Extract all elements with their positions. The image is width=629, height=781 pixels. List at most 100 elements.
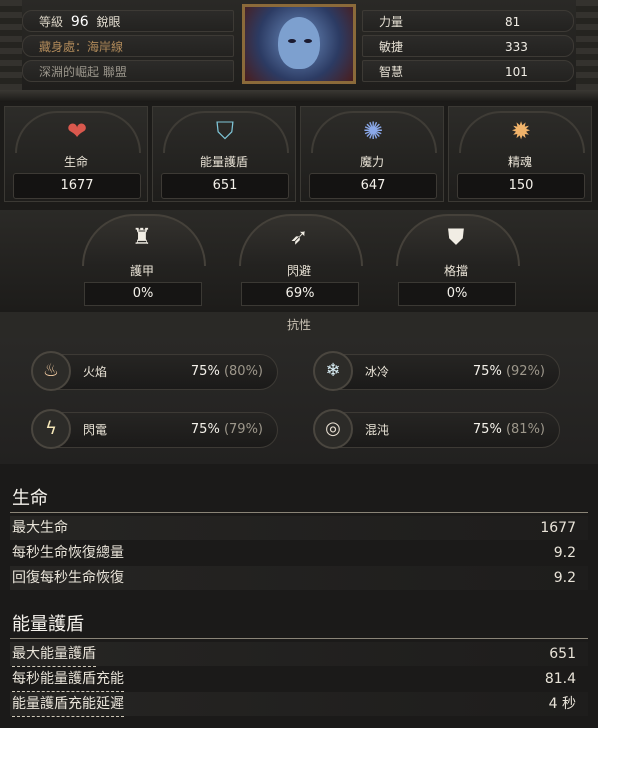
character-panel: 等級 96 銳眼 藏身處：海岸線 深淵的崛起 聯盟 力量 81 敏捷 333 智… bbox=[0, 0, 598, 728]
vital-mana[interactable]: ✺ 魔力 647 bbox=[300, 106, 444, 202]
defence-label: 閃避 bbox=[286, 264, 311, 278]
stat-value: 651 bbox=[549, 646, 576, 662]
resist-lightning[interactable]: ϟ 閃電 75% (79%) bbox=[31, 409, 278, 449]
defence-value: 69% bbox=[241, 282, 359, 306]
resist-value: 75% bbox=[190, 364, 220, 379]
resist-area: ♨ 火焰 75% (80%) ❄ 冰冷 75% (92%) ϟ 閃電 75% (… bbox=[0, 338, 598, 464]
attribute-name: 力量 bbox=[379, 15, 404, 29]
section-divider bbox=[10, 512, 588, 513]
resist-value-group: 75% (79%) bbox=[191, 413, 263, 447]
defence-evasion[interactable]: ➶ 閃避 69% bbox=[233, 212, 365, 308]
stat-value: 1677 bbox=[540, 520, 576, 536]
attribute-value: 81 bbox=[505, 15, 521, 29]
defence-label: 格擋 bbox=[443, 264, 468, 278]
league-text: 深淵的崛起 聯盟 bbox=[39, 65, 127, 79]
level-class-row: 等級 96 銳眼 bbox=[22, 10, 234, 32]
resist-title: 抗性 bbox=[0, 312, 598, 338]
resist-max: (79%) bbox=[223, 422, 263, 437]
section-title: 能量護盾 bbox=[12, 614, 84, 635]
stat-label: 能量護盾充能延遲 bbox=[12, 692, 124, 717]
resist-chaos[interactable]: ◎ 混沌 75% (81%) bbox=[313, 409, 560, 449]
vital-value: 1677 bbox=[13, 173, 141, 199]
mana-icon: ✺ bbox=[362, 117, 384, 145]
stat-row[interactable]: 能量護盾充能延遲 4 秒 bbox=[10, 692, 588, 717]
stat-label: 每秒生命恢復總量 bbox=[12, 545, 124, 561]
resist-value: 75% bbox=[472, 364, 502, 379]
stats-list: 生命 最大生命 1677 每秒生命恢復總量 9.2 回復每秒生命恢復 9.2 能… bbox=[0, 464, 598, 728]
resist-fire[interactable]: ♨ 火焰 75% (80%) bbox=[31, 351, 278, 391]
portrait-eye bbox=[288, 39, 296, 43]
fire-icon: ♨ bbox=[31, 351, 71, 391]
resist-name: 混沌 bbox=[365, 423, 390, 437]
stat-value: 81.4 bbox=[544, 671, 576, 687]
attribute-row: 敏捷 333 bbox=[362, 35, 574, 57]
stat-row[interactable]: 最大能量護盾 651 bbox=[10, 642, 588, 667]
vital-value: 150 bbox=[457, 173, 585, 199]
attribute-name: 智慧 bbox=[379, 65, 404, 79]
spirit-icon: ✹ bbox=[510, 117, 532, 145]
resist-value-group: 75% (92%) bbox=[473, 355, 545, 389]
portrait-face bbox=[278, 17, 320, 69]
cold-icon: ❄ bbox=[313, 351, 353, 391]
left-ornament bbox=[0, 0, 22, 90]
vital-value: 647 bbox=[309, 173, 437, 199]
defence-value: 0% bbox=[398, 282, 516, 306]
vital-label: 生命 bbox=[63, 155, 88, 169]
resist-cold[interactable]: ❄ 冰冷 75% (92%) bbox=[313, 351, 560, 391]
vital-life[interactable]: ❤ 生命 1677 bbox=[4, 106, 148, 202]
armour-icon: ♜ bbox=[132, 225, 152, 250]
stat-value: 4 秒 bbox=[548, 696, 576, 712]
resist-name: 冰冷 bbox=[365, 365, 390, 379]
resist-value: 75% bbox=[190, 422, 220, 437]
stat-row[interactable]: 每秒生命恢復總量 9.2 bbox=[10, 541, 588, 565]
stat-label: 最大生命 bbox=[12, 520, 68, 536]
vital-label: 精魂 bbox=[507, 155, 532, 169]
resist-name: 閃電 bbox=[83, 423, 108, 437]
heart-icon: ❤ bbox=[66, 117, 88, 145]
divider bbox=[0, 90, 598, 102]
attribute-name: 敏捷 bbox=[379, 40, 404, 54]
attribute-value: 333 bbox=[505, 40, 528, 54]
stat-row[interactable]: 回復每秒生命恢復 9.2 bbox=[10, 566, 588, 590]
stat-label: 回復每秒生命恢復 bbox=[12, 570, 124, 586]
shield-icon: ⛉ bbox=[216, 117, 234, 145]
chaos-icon: ◎ bbox=[313, 409, 353, 449]
vital-label: 能量護盾 bbox=[199, 155, 248, 169]
class-name: 銳眼 bbox=[96, 15, 121, 29]
level-value: 96 bbox=[70, 14, 89, 30]
stat-value: 9.2 bbox=[553, 545, 576, 561]
section-title: 生命 bbox=[12, 488, 48, 509]
vital-spirit[interactable]: ✹ 精魂 150 bbox=[448, 106, 592, 202]
resist-name: 火焰 bbox=[83, 365, 108, 379]
attribute-row: 智慧 101 bbox=[362, 60, 574, 82]
resist-max: (81%) bbox=[505, 422, 545, 437]
attribute-value: 101 bbox=[505, 65, 528, 79]
stat-row[interactable]: 每秒能量護盾充能 81.4 bbox=[10, 667, 588, 692]
attribute-row: 力量 81 bbox=[362, 10, 574, 32]
lightning-icon: ϟ bbox=[31, 409, 71, 449]
character-header: 等級 96 銳眼 藏身處：海岸線 深淵的崛起 聯盟 力量 81 敏捷 333 智… bbox=[0, 0, 598, 90]
league-row: 深淵的崛起 聯盟 bbox=[22, 60, 234, 82]
portrait-eye bbox=[304, 39, 312, 43]
stat-row[interactable]: 最大生命 1677 bbox=[10, 516, 588, 540]
stat-value: 9.2 bbox=[553, 570, 576, 586]
stat-label: 最大能量護盾 bbox=[12, 642, 96, 667]
hideout-row[interactable]: 藏身處：海岸線 bbox=[22, 35, 234, 57]
hideout-text: 藏身處：海岸線 bbox=[39, 40, 124, 54]
resist-value-group: 75% (80%) bbox=[191, 355, 263, 389]
resist-max: (92%) bbox=[505, 364, 545, 379]
stat-label: 每秒能量護盾充能 bbox=[12, 667, 124, 692]
resist-value: 75% bbox=[472, 422, 502, 437]
level-label: 等級 bbox=[39, 15, 64, 29]
vital-label: 魔力 bbox=[359, 155, 384, 169]
defence-label: 護甲 bbox=[129, 264, 154, 278]
defence-block[interactable]: ⛊ 格擋 0% bbox=[390, 212, 522, 308]
defence-armour[interactable]: ♜ 護甲 0% bbox=[76, 212, 208, 308]
right-ornament bbox=[576, 0, 598, 90]
vital-energy-shield[interactable]: ⛉ 能量護盾 651 bbox=[152, 106, 296, 202]
vital-value: 651 bbox=[161, 173, 289, 199]
character-portrait[interactable] bbox=[242, 4, 356, 84]
section-divider bbox=[10, 638, 588, 639]
resist-max: (80%) bbox=[223, 364, 263, 379]
block-icon: ⛊ bbox=[447, 225, 465, 250]
